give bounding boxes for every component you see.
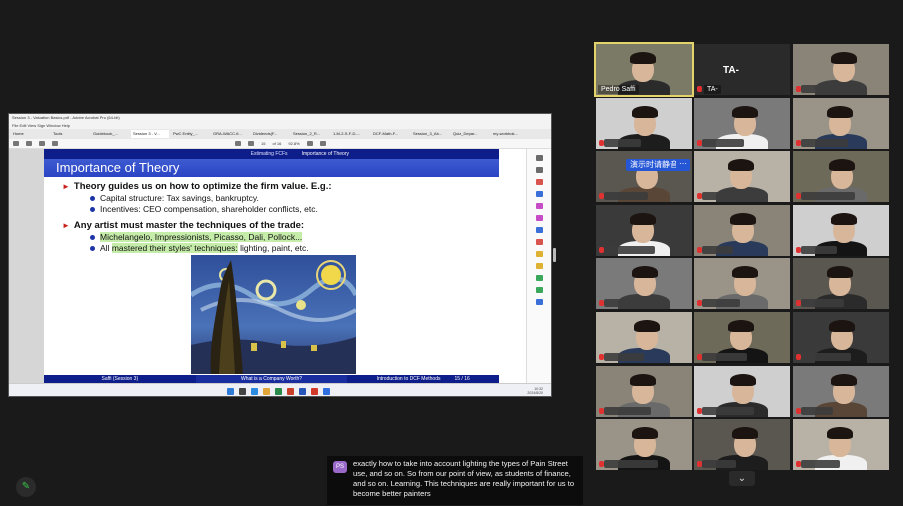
muted-mic-icon bbox=[697, 86, 702, 92]
participant-hair bbox=[732, 427, 758, 439]
participant-tile[interactable] bbox=[596, 366, 692, 417]
participant-status-tag: 演示时请静音 bbox=[626, 159, 682, 171]
blurred-name bbox=[702, 139, 744, 147]
participant-tile[interactable] bbox=[694, 366, 790, 417]
blurred-name bbox=[702, 353, 747, 361]
participant-tile[interactable] bbox=[793, 258, 889, 309]
participant-tile[interactable]: TA- TA- bbox=[694, 44, 790, 95]
participant-hair bbox=[630, 52, 656, 64]
participant-hair bbox=[829, 320, 855, 332]
blurred-name bbox=[801, 353, 851, 361]
blurred-name bbox=[604, 353, 644, 361]
participant-hair bbox=[634, 320, 660, 332]
participant-hair bbox=[827, 266, 853, 278]
participant-tile[interactable] bbox=[793, 44, 889, 95]
participant-hair bbox=[831, 213, 857, 225]
participant-tile[interactable] bbox=[596, 312, 692, 363]
blurred-name bbox=[702, 407, 754, 415]
blurred-name bbox=[801, 299, 844, 307]
participant-tile[interactable] bbox=[596, 205, 692, 256]
participant-tile[interactable] bbox=[694, 151, 790, 202]
participant-hair bbox=[630, 374, 656, 386]
blurred-name bbox=[604, 246, 655, 254]
chevron-down-icon[interactable]: ⌄ bbox=[729, 471, 755, 486]
participant-tile[interactable] bbox=[793, 419, 889, 470]
blurred-name bbox=[801, 192, 855, 200]
participant-hair bbox=[831, 374, 857, 386]
participant-hair bbox=[730, 374, 756, 386]
pencil-icon[interactable]: ✎ bbox=[16, 477, 36, 497]
participant-tile[interactable] bbox=[596, 419, 692, 470]
blurred-name bbox=[801, 460, 840, 468]
blurred-name bbox=[801, 246, 837, 254]
blurred-name bbox=[604, 407, 651, 415]
blurred-name bbox=[604, 139, 641, 147]
blurred-name bbox=[702, 192, 751, 200]
participant-tile[interactable]: 演示时请静音 ⋯ bbox=[596, 151, 692, 202]
participant-tile[interactable] bbox=[694, 205, 790, 256]
blurred-name bbox=[801, 139, 848, 147]
participant-hair bbox=[732, 106, 758, 118]
live-caption: PS exactly how to take into account ligh… bbox=[327, 456, 583, 505]
participant-hair bbox=[730, 213, 756, 225]
caption-avatar: PS bbox=[333, 461, 347, 473]
participant-hair bbox=[728, 159, 754, 171]
blurred-name bbox=[801, 85, 841, 93]
participant-tile[interactable] bbox=[793, 98, 889, 149]
blurred-name bbox=[604, 192, 648, 200]
participant-tile[interactable] bbox=[694, 98, 790, 149]
participant-hair bbox=[630, 213, 656, 225]
meeting-stage: Session 3 - Valuation Basics.pdf - Adobe… bbox=[0, 0, 903, 506]
participant-label: TA- bbox=[704, 85, 721, 94]
participant-tile[interactable] bbox=[793, 205, 889, 256]
participant-hair bbox=[728, 320, 754, 332]
participant-hair bbox=[632, 427, 658, 439]
participant-tile[interactable] bbox=[694, 419, 790, 470]
blurred-name bbox=[801, 407, 833, 415]
participant-hair bbox=[827, 427, 853, 439]
blurred-name bbox=[604, 299, 637, 307]
caption-text: exactly how to take into account lightin… bbox=[353, 459, 575, 498]
participant-hair bbox=[732, 266, 758, 278]
participant-hair bbox=[632, 106, 658, 118]
blurred-name bbox=[604, 460, 658, 468]
participant-gallery: Pedro Saffi TA- TA- 演示时请静音 ⋯ bbox=[0, 0, 903, 506]
participant-hair bbox=[829, 159, 855, 171]
blurred-name bbox=[702, 246, 733, 254]
participant-hair bbox=[632, 266, 658, 278]
participant-tile[interactable] bbox=[793, 151, 889, 202]
participant-tile[interactable] bbox=[793, 366, 889, 417]
active-speaker-tile[interactable]: Pedro Saffi bbox=[594, 42, 694, 97]
participant-tile[interactable] bbox=[694, 258, 790, 309]
participant-name: Pedro Saffi bbox=[598, 85, 639, 94]
participant-tile[interactable] bbox=[793, 312, 889, 363]
blurred-name bbox=[702, 299, 740, 307]
participant-hair bbox=[827, 106, 853, 118]
participant-tile[interactable] bbox=[694, 312, 790, 363]
more-options-icon[interactable]: ⋯ bbox=[676, 159, 690, 171]
participant-name: TA- bbox=[723, 65, 739, 76]
participant-tile[interactable] bbox=[596, 258, 692, 309]
participant-hair bbox=[831, 52, 857, 64]
blurred-name bbox=[702, 460, 736, 468]
participant-tile[interactable] bbox=[596, 98, 692, 149]
